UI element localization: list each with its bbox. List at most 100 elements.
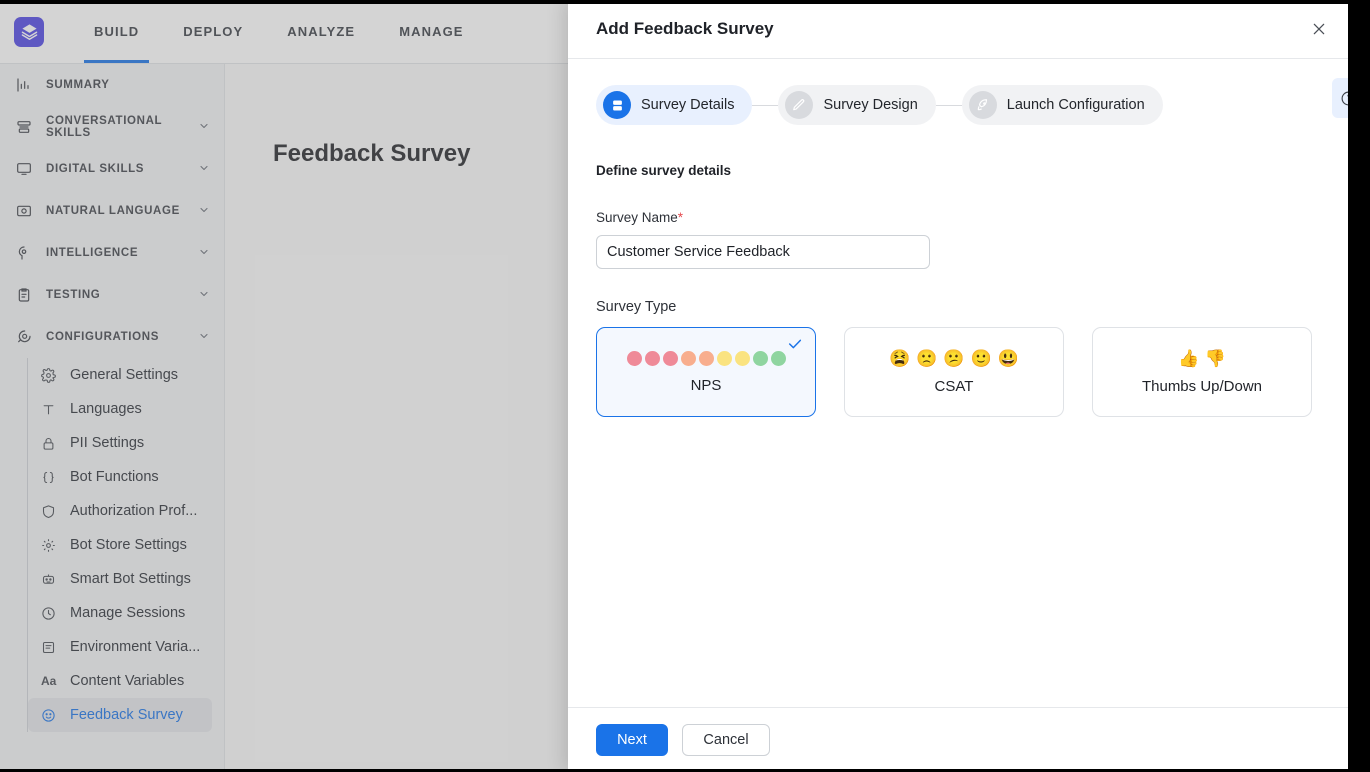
step-launch-configuration[interactable]: Launch Configuration	[962, 85, 1163, 125]
sidebar-item-manage-sessions[interactable]: Manage Sessions	[28, 596, 212, 630]
gear-icon	[41, 368, 65, 383]
sidebar-item-smart-bot-settings[interactable]: Smart Bot Settings	[28, 562, 212, 596]
nav-tab-manage[interactable]: MANAGE	[377, 0, 485, 63]
emoji-confused: 😕	[943, 350, 964, 367]
next-button[interactable]: Next	[596, 724, 668, 756]
emoji-grinning: 😃	[998, 350, 1019, 367]
sidebar-group-conversational-skills[interactable]: CONVERSATIONAL SKILLS	[0, 106, 224, 148]
step-connector	[936, 105, 962, 106]
cancel-button[interactable]: Cancel	[682, 724, 770, 756]
pencil-icon	[785, 91, 813, 119]
sidebar-group-testing[interactable]: TESTING	[0, 274, 224, 316]
survey-type-name: NPS	[691, 377, 722, 394]
nps-dot	[771, 351, 786, 366]
chevron-down-icon	[198, 162, 210, 177]
sidebar-group-label: SUMMARY	[46, 79, 210, 91]
aa-text-icon: Aa	[41, 674, 65, 688]
chevron-down-icon	[198, 120, 210, 135]
sidebar-group-summary[interactable]: SUMMARY	[0, 64, 224, 106]
sidebar-group-configurations[interactable]: CONFIGURATIONS	[0, 316, 224, 358]
screen-root: BUILD DEPLOY ANALYZE MANAGE SUMMARY	[0, 0, 1370, 772]
sidebar-item-label: Bot Store Settings	[70, 537, 187, 553]
sidebar-item-bot-store-settings[interactable]: Bot Store Settings	[28, 528, 212, 562]
nps-scale-dots	[627, 351, 786, 366]
sidebar-item-label: General Settings	[70, 367, 178, 383]
sidebar-group-label: TESTING	[46, 289, 198, 301]
sidebar-group-label: CONFIGURATIONS	[46, 331, 198, 343]
nav-tab-build[interactable]: BUILD	[72, 0, 161, 63]
survey-type-name: CSAT	[935, 378, 974, 395]
nps-dot	[753, 351, 768, 366]
sidebar: SUMMARY CONVERSATIONAL SKILLS	[0, 64, 225, 772]
sidebar-group-natural-language[interactable]: NATURAL LANGUAGE	[0, 190, 224, 232]
bar-chart-icon	[16, 77, 38, 93]
chevron-down-icon	[198, 204, 210, 219]
emoji-frowning: 🙁	[916, 350, 937, 367]
nav-tab-analyze[interactable]: ANALYZE	[265, 0, 377, 63]
csat-emoji-scale: 😫 🙁 😕 🙂 😃	[889, 350, 1019, 367]
sidebar-group-intelligence[interactable]: INTELLIGENCE	[0, 232, 224, 274]
sidebar-item-languages[interactable]: Languages	[28, 392, 212, 426]
nps-dot	[717, 351, 732, 366]
sidebar-subitems: General Settings Languages PII Settings	[27, 358, 224, 732]
sidebar-item-pii-settings[interactable]: PII Settings	[28, 426, 212, 460]
survey-type-card-thumbs[interactable]: 👍 👎 Thumbs Up/Down	[1092, 327, 1312, 417]
sidebar-item-label: Languages	[70, 401, 142, 417]
check-icon	[787, 336, 803, 357]
required-asterisk: *	[678, 210, 683, 225]
survey-type-options: NPS 😫 🙁 😕 🙂 😃 CSAT 👍 👎	[596, 327, 1334, 417]
step-label: Launch Configuration	[1007, 97, 1145, 113]
survey-type-name: Thumbs Up/Down	[1142, 378, 1262, 395]
chevron-down-icon	[198, 288, 210, 303]
braces-icon	[41, 470, 65, 485]
sidebar-item-bot-functions[interactable]: Bot Functions	[28, 460, 212, 494]
right-edge-strip	[1348, 0, 1370, 772]
close-icon[interactable]	[1304, 14, 1334, 44]
sidebar-item-label: PII Settings	[70, 435, 144, 451]
thumbs-down-icon: 👎	[1205, 350, 1226, 367]
sidebar-group-label: NATURAL LANGUAGE	[46, 205, 198, 217]
nps-dot	[645, 351, 660, 366]
section-heading: Define survey details	[596, 163, 1334, 178]
step-survey-details[interactable]: Survey Details	[596, 85, 752, 125]
emoji-weary: 😫	[889, 350, 910, 367]
sidebar-item-feedback-survey[interactable]: Feedback Survey	[28, 698, 212, 732]
nav-tab-deploy[interactable]: DEPLOY	[161, 0, 265, 63]
chevron-down-icon	[198, 246, 210, 261]
thumbs-up-icon: 👍	[1178, 350, 1199, 367]
nps-dot	[699, 351, 714, 366]
sidebar-item-label: Feedback Survey	[70, 707, 183, 723]
survey-name-input[interactable]	[596, 235, 930, 269]
gear-icon	[41, 538, 65, 553]
step-survey-design[interactable]: Survey Design	[778, 85, 935, 125]
sidebar-item-general-settings[interactable]: General Settings	[28, 358, 212, 392]
nps-dot	[735, 351, 750, 366]
clock-icon	[41, 606, 65, 621]
sidebar-group-digital-skills[interactable]: DIGITAL SKILLS	[0, 148, 224, 190]
sidebar-item-label: Manage Sessions	[70, 605, 185, 621]
survey-name-label: Survey Name*	[596, 210, 1334, 225]
wizard-stepper: Survey Details Survey Design Launch Conf…	[596, 85, 1334, 125]
layers-icon[interactable]	[14, 17, 44, 47]
step-label: Survey Design	[823, 97, 917, 113]
sidebar-item-label: Authorization Prof...	[70, 503, 197, 519]
robot-icon	[41, 572, 65, 587]
survey-type-label: Survey Type	[596, 299, 1334, 315]
dialog-icon	[16, 119, 38, 135]
survey-type-card-csat[interactable]: 😫 🙁 😕 🙂 😃 CSAT	[844, 327, 1064, 417]
smiley-icon	[41, 708, 65, 723]
sidebar-item-label: Environment Varia...	[70, 639, 200, 655]
sidebar-group-label: DIGITAL SKILLS	[46, 163, 198, 175]
survey-type-card-nps[interactable]: NPS	[596, 327, 816, 417]
dialog-footer: Next Cancel	[568, 707, 1362, 772]
monitor-icon	[16, 161, 38, 177]
chevron-down-icon	[198, 330, 210, 345]
nav-links: BUILD DEPLOY ANALYZE MANAGE	[72, 0, 486, 63]
emoji-slight-smile: 🙂	[971, 350, 992, 367]
form-list-icon	[603, 91, 631, 119]
step-label: Survey Details	[641, 97, 734, 113]
sidebar-item-environment-variables[interactable]: Environment Varia...	[28, 630, 212, 664]
top-edge-strip	[0, 0, 1370, 4]
sidebar-item-content-variables[interactable]: Aa Content Variables	[28, 664, 212, 698]
sidebar-item-authorization-profiles[interactable]: Authorization Prof...	[28, 494, 212, 528]
